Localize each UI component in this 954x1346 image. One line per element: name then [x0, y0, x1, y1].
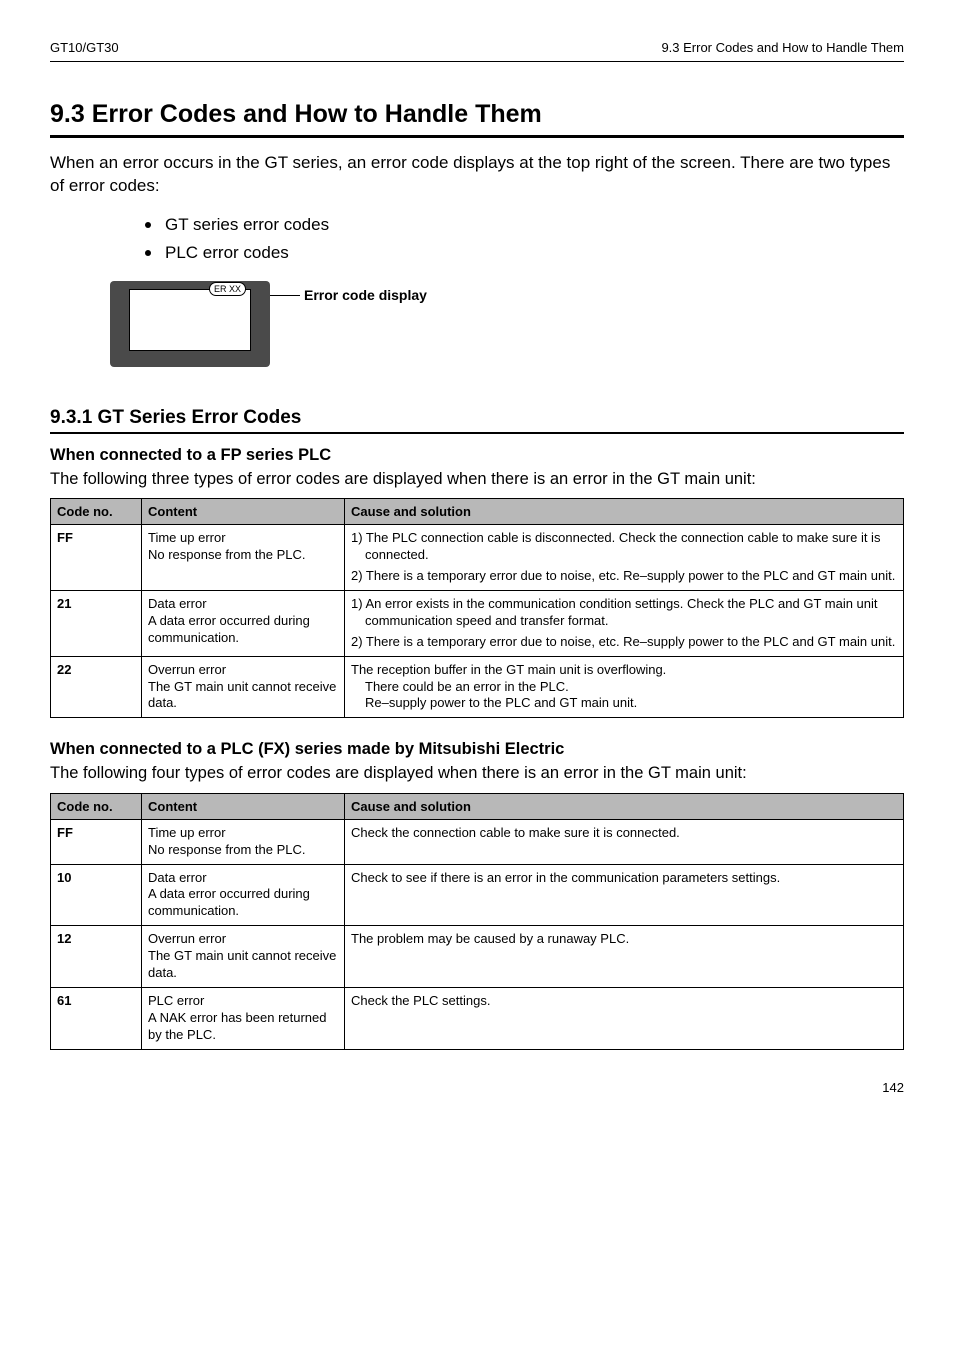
content-cell: Data errorA data error occurred during c…	[142, 590, 345, 656]
table-row: FFTime up errorNo response from the PLC.…	[51, 525, 904, 591]
cause-item: 1) An error exists in the communication …	[351, 596, 897, 630]
cause-cell: The reception buffer in the GT main unit…	[345, 656, 904, 718]
connector-line	[270, 295, 300, 296]
content-cell: Data errorA data error occurred during c…	[142, 864, 345, 926]
code-cell: FF	[51, 819, 142, 864]
fp-error-table: Code no. Content Cause and solution FFTi…	[50, 498, 904, 718]
cause-cell: Check the connection cable to make sure …	[345, 819, 904, 864]
content-cell: Overrun errorThe GT main unit cannot rec…	[142, 926, 345, 988]
table-header: Code no.	[51, 499, 142, 525]
table-header: Content	[142, 793, 345, 819]
fx-paragraph: The following four types of error codes …	[50, 763, 904, 784]
page-number: 142	[50, 1080, 904, 1095]
code-cell: 10	[51, 864, 142, 926]
subsection-title: 9.3.1 GT Series Error Codes	[50, 407, 904, 434]
error-display-diagram: ER XX Error code display	[110, 281, 904, 367]
code-cell: 21	[51, 590, 142, 656]
fx-error-table: Code no. Content Cause and solution FFTi…	[50, 793, 904, 1050]
header-left: GT10/GT30	[50, 40, 119, 55]
header-right: 9.3 Error Codes and How to Handle Them	[661, 40, 904, 55]
error-bubble: ER XX	[209, 282, 246, 296]
code-cell: 12	[51, 926, 142, 988]
cause-cell: 1) The PLC connection cable is disconnec…	[345, 525, 904, 591]
screen-icon: ER XX	[129, 289, 251, 351]
table-row: FFTime up errorNo response from the PLC.…	[51, 819, 904, 864]
cause-item: The reception buffer in the GT main unit…	[351, 662, 897, 713]
bullet-list: GT series error codes PLC error codes	[145, 215, 904, 263]
fx-heading: When connected to a PLC (FX) series made…	[50, 740, 904, 759]
fp-paragraph: The following three types of error codes…	[50, 469, 904, 490]
cause-cell: The problem may be caused by a runaway P…	[345, 926, 904, 988]
page-header: GT10/GT30 9.3 Error Codes and How to Han…	[50, 40, 904, 62]
table-row: 12Overrun errorThe GT main unit cannot r…	[51, 926, 904, 988]
cause-item: 1) The PLC connection cable is disconnec…	[351, 530, 897, 564]
section-title: 9.3 Error Codes and How to Handle Them	[50, 100, 904, 138]
table-row: 10Data errorA data error occurred during…	[51, 864, 904, 926]
intro-paragraph: When an error occurs in the GT series, a…	[50, 152, 904, 198]
content-cell: PLC errorA NAK error has been returned b…	[142, 987, 345, 1049]
content-cell: Overrun errorThe GT main unit cannot rec…	[142, 656, 345, 718]
diagram-label: Error code display	[304, 287, 427, 303]
cause-item: 2) There is a temporary error due to noi…	[351, 634, 897, 651]
table-header: Cause and solution	[345, 793, 904, 819]
code-cell: 61	[51, 987, 142, 1049]
cause-item: 2) There is a temporary error due to noi…	[351, 568, 897, 585]
table-row: 21Data errorA data error occurred during…	[51, 590, 904, 656]
list-item: PLC error codes	[145, 243, 904, 263]
code-cell: FF	[51, 525, 142, 591]
table-header: Code no.	[51, 793, 142, 819]
code-cell: 22	[51, 656, 142, 718]
cause-cell: 1) An error exists in the communication …	[345, 590, 904, 656]
content-cell: Time up errorNo response from the PLC.	[142, 525, 345, 591]
table-row: 22Overrun errorThe GT main unit cannot r…	[51, 656, 904, 718]
table-header: Content	[142, 499, 345, 525]
fp-heading: When connected to a FP series PLC	[50, 446, 904, 465]
list-item: GT series error codes	[145, 215, 904, 235]
device-icon: ER XX	[110, 281, 270, 367]
cause-cell: Check the PLC settings.	[345, 987, 904, 1049]
table-header: Cause and solution	[345, 499, 904, 525]
cause-cell: Check to see if there is an error in the…	[345, 864, 904, 926]
table-row: 61PLC errorA NAK error has been returned…	[51, 987, 904, 1049]
content-cell: Time up errorNo response from the PLC.	[142, 819, 345, 864]
